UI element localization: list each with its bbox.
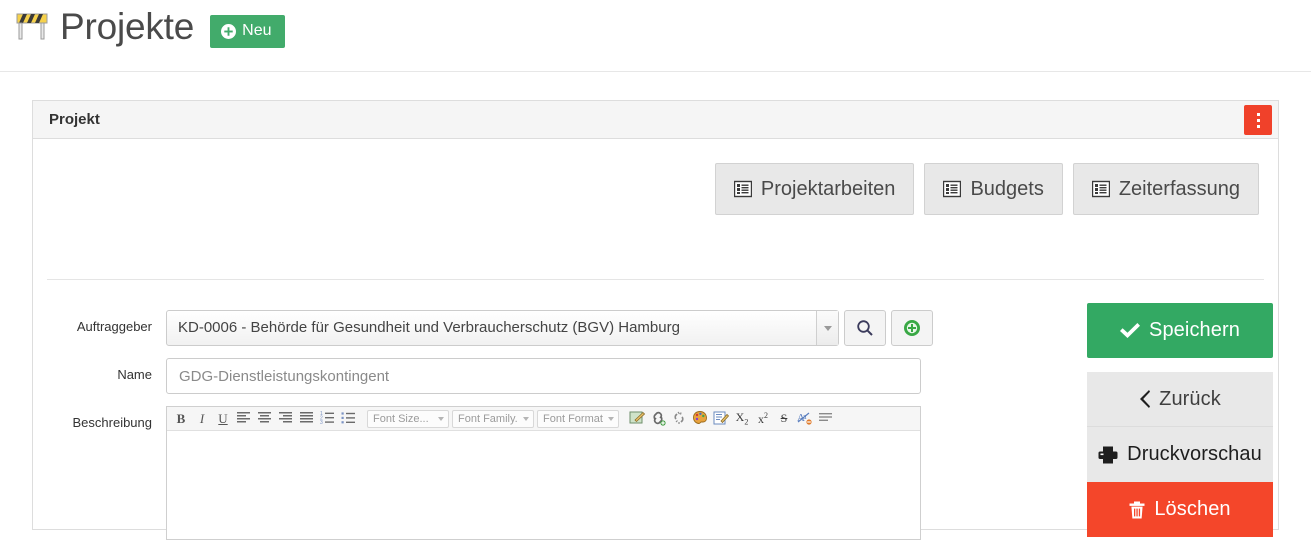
beschreibung-editor-body[interactable] [167,431,920,539]
new-button[interactable]: Neu [210,15,285,48]
color-palette-icon [692,410,709,427]
chevron-down-icon[interactable] [816,311,838,345]
name-label: Name [117,367,152,382]
align-center-icon [257,410,274,427]
druckvorschau-label: Druckvorschau [1127,443,1262,465]
beschreibung-editor: B I U 1 2 3 Font Size... Font Family. Fo… [166,406,921,540]
side-action-buttons: Speichern Zurück Druckvorschau Löschen [1087,303,1273,537]
ordered-list-icon: 123 [320,410,337,427]
budgets-button[interactable]: Budgets [924,163,1063,215]
unordered-list-icon [341,410,358,427]
vertical-ellipsis-icon-dot [1256,124,1260,128]
list-alt-icon [733,180,752,198]
beschreibung-label: Beschreibung [72,415,153,430]
auftraggeber-add-button[interactable] [891,310,933,346]
zeiterfassung-label: Zeiterfassung [1118,177,1240,200]
font-format-label: Font Format [543,412,603,425]
align-right-button[interactable] [276,409,296,429]
speichern-label: Speichern [1149,319,1240,341]
chevron-left-icon [1139,390,1151,408]
svg-text:3: 3 [320,420,323,425]
font-format-select[interactable]: Font Format [537,409,619,428]
beschreibung-row: Beschreibung B I U 1 2 3 Font Size... Fo… [35,406,921,540]
edit-source-button[interactable] [711,409,731,429]
subscript-icon: X2 [735,410,749,427]
vertical-ellipsis-icon-dot [1256,118,1260,122]
align-center-button[interactable] [255,409,275,429]
paragraph-icon [818,410,835,427]
font-family-select[interactable]: Font Family. [452,409,534,428]
underline-button[interactable]: U [213,409,233,429]
auftraggeber-row: Auftraggeber KD-0006 - Behörde für Gesun… [35,310,933,346]
font-family-label: Font Family. [458,412,518,425]
loeschen-button[interactable]: Löschen [1087,482,1273,537]
page-title: Projekte [60,6,195,47]
ordered-list-button[interactable]: 123 [318,409,338,429]
paragraph-button[interactable] [816,409,836,429]
unlink-button[interactable] [669,409,689,429]
bold-button[interactable]: B [171,409,191,429]
subscript-button[interactable]: X2 [732,409,752,429]
panel-heading: Projekt [33,101,1278,139]
search-icon [856,319,874,337]
loeschen-label: Löschen [1154,498,1231,520]
align-justify-icon [299,410,316,427]
insert-link-icon [650,410,667,427]
insert-link-button[interactable] [648,409,668,429]
plus-circle-green-icon [903,319,921,337]
zeiterfassung-button[interactable]: Zeiterfassung [1072,163,1259,215]
remove-format-button[interactable]: A a [795,409,815,429]
construction-barrier-icon [14,11,50,46]
edit-source-icon [713,410,730,427]
superscript-button[interactable]: x2 [753,409,773,429]
projekt-panel: Projekt Projektarbeiten Budgets Zeiterfa… [32,100,1279,540]
remove-format-icon: A a [797,410,814,427]
page-title-row: Projekte Neu [14,8,285,49]
projektarbeiten-button[interactable]: Projektarbeiten [714,163,915,215]
auftraggeber-selected-value: KD-0006 - Behörde für Gesundheit und Ver… [178,319,680,336]
align-justify-button[interactable] [297,409,317,429]
name-row: Name [35,358,921,394]
auftraggeber-search-button[interactable] [844,310,886,346]
page-header: Projekte Neu [0,0,1311,72]
zurueck-button[interactable]: Zurück [1087,372,1273,427]
panel-menu-button[interactable] [1244,105,1272,135]
unordered-list-button[interactable] [339,409,359,429]
list-alt-icon [943,180,962,198]
name-input[interactable] [166,358,921,394]
budgets-label: Budgets [970,177,1044,200]
zurueck-label: Zurück [1159,387,1221,410]
italic-button[interactable]: I [192,409,212,429]
speichern-button[interactable]: Speichern [1087,303,1273,358]
editor-toolbar: B I U 1 2 3 Font Size... Font Family. Fo… [167,407,920,431]
vertical-ellipsis-icon-dot [1256,112,1260,116]
font-size-select[interactable]: Font Size... [367,409,449,428]
auftraggeber-select[interactable]: KD-0006 - Behörde für Gesundheit und Ver… [166,310,839,346]
trash-icon [1129,501,1145,519]
list-alt-icon [1091,180,1110,198]
align-left-button[interactable] [234,409,254,429]
strikethrough-button[interactable]: S [774,409,794,429]
unlink-icon [671,410,688,427]
insert-image-icon [629,410,646,427]
panel-nav-buttons: Projektarbeiten Budgets Zeiterfassung [714,163,1259,215]
projektarbeiten-label: Projektarbeiten [760,177,896,200]
auftraggeber-label: Auftraggeber [76,319,152,334]
section-divider [47,279,1264,280]
strikethrough-icon: S [780,411,788,425]
font-size-label: Font Size... [373,412,429,425]
printer-icon [1098,446,1118,464]
superscript-icon: x2 [758,410,768,426]
druckvorschau-button[interactable]: Druckvorschau [1087,427,1273,482]
check-icon [1120,322,1141,339]
new-button-label: Neu [242,22,272,39]
align-right-icon [278,410,295,427]
panel-title: Projekt [49,111,100,128]
align-left-icon [236,410,253,427]
insert-image-button[interactable] [627,409,647,429]
plus-circle-icon [221,23,237,39]
color-palette-button[interactable] [690,409,710,429]
